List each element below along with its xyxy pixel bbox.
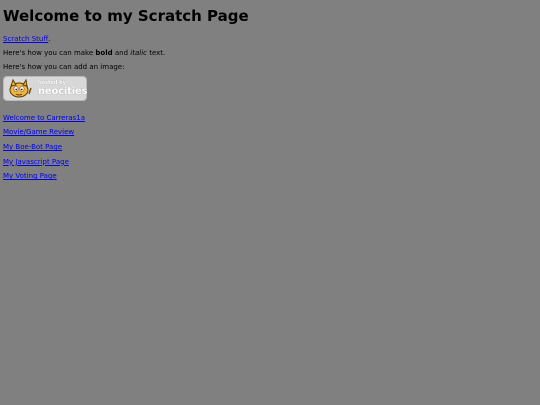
boe-bot-page-link[interactable]: My Boe-Bot Page — [3, 143, 62, 151]
bold-italic-row: Here's how you can make bold and italic … — [3, 49, 537, 57]
page-content: Welcome to my Scratch Page Scratch Stuff… — [0, 0, 540, 184]
bold-prefix-text: Here's how you can make — [3, 48, 96, 57]
image-intro-text: Here's how you can add an image: — [3, 63, 125, 72]
badge-big-text: neocities — [38, 85, 88, 97]
bold-middle-text: and — [112, 48, 131, 57]
neocities-cat-icon — [5, 78, 33, 100]
scratch-link-row: Scratch Stuff. — [3, 35, 537, 43]
list-item: My Voting Page — [3, 169, 537, 184]
list-item: Welcome to Carreras1a — [3, 111, 537, 126]
movie-game-review-link[interactable]: Movie/Game Review — [3, 128, 74, 136]
hosted-by-neocities-badge: hosted by neocities — [3, 75, 88, 101]
list-item: Movie/Game Review — [3, 125, 537, 140]
badge-text: hosted by neocities — [38, 79, 88, 97]
page-links: Welcome to Carreras1a Movie/Game Review … — [3, 111, 537, 184]
welcome-carreras-link[interactable]: Welcome to Carreras1a — [3, 114, 85, 122]
voting-page-link[interactable]: My Voting Page — [3, 172, 57, 180]
list-item: My Javascript Page — [3, 155, 537, 170]
page-title: Welcome to my Scratch Page — [3, 7, 249, 25]
bold-suffix-text: text. — [146, 48, 166, 57]
scratch-link-suffix: . — [48, 34, 51, 43]
italic-example-text: italic — [130, 48, 147, 57]
bold-example-text: bold — [95, 48, 113, 57]
javascript-page-link[interactable]: My Javascript Page — [3, 158, 69, 166]
list-item: My Boe-Bot Page — [3, 140, 537, 155]
scratch-stuff-link[interactable]: Scratch Stuff — [3, 35, 48, 43]
badge-small-text: hosted by — [38, 79, 66, 86]
